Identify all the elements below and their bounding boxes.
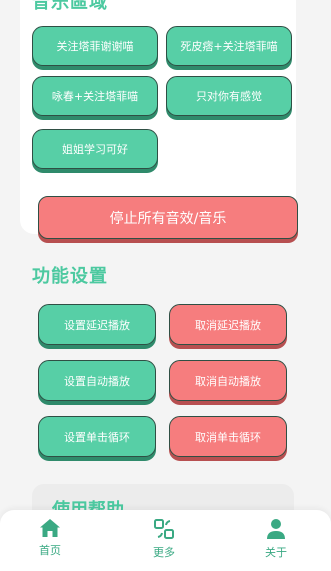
- set-click-loop-button[interactable]: 设置单击循环: [38, 416, 156, 457]
- person-icon: [267, 519, 285, 539]
- set-auto-play-button[interactable]: 设置自动播放: [38, 360, 156, 401]
- music-button-4[interactable]: 只对你有感觉: [166, 76, 292, 116]
- tab-about[interactable]: 关于: [246, 518, 306, 560]
- music-button-3[interactable]: 咏春+关注塔菲喵: [32, 76, 158, 116]
- cancel-click-loop-button[interactable]: 取消单击循环: [169, 416, 287, 457]
- tab-home-label: 首页: [39, 544, 61, 557]
- stop-all-audio-button[interactable]: 停止所有音效/音乐: [38, 196, 298, 239]
- cancel-delay-play-button[interactable]: 取消延迟播放: [169, 304, 287, 345]
- tab-more[interactable]: 更多: [134, 518, 194, 560]
- music-button-5[interactable]: 姐姐学习可好: [32, 129, 158, 169]
- tab-more-label: 更多: [153, 546, 175, 559]
- settings-section-title: 功能设置: [32, 266, 108, 287]
- bottom-tab-bar: 首页 更多 关于: [0, 510, 331, 571]
- cancel-auto-play-button[interactable]: 取消自动播放: [169, 360, 287, 401]
- home-icon: [40, 519, 60, 537]
- music-section-title: 音乐區域: [32, 0, 108, 13]
- set-delay-play-button[interactable]: 设置延迟播放: [38, 304, 156, 345]
- music-button-2[interactable]: 死皮痞+关注塔菲喵: [166, 26, 292, 66]
- tab-home[interactable]: 首页: [20, 518, 80, 558]
- music-button-1[interactable]: 关注塔菲谢谢喵: [32, 26, 158, 66]
- more-icon: [154, 519, 174, 539]
- tab-about-label: 关于: [265, 546, 287, 559]
